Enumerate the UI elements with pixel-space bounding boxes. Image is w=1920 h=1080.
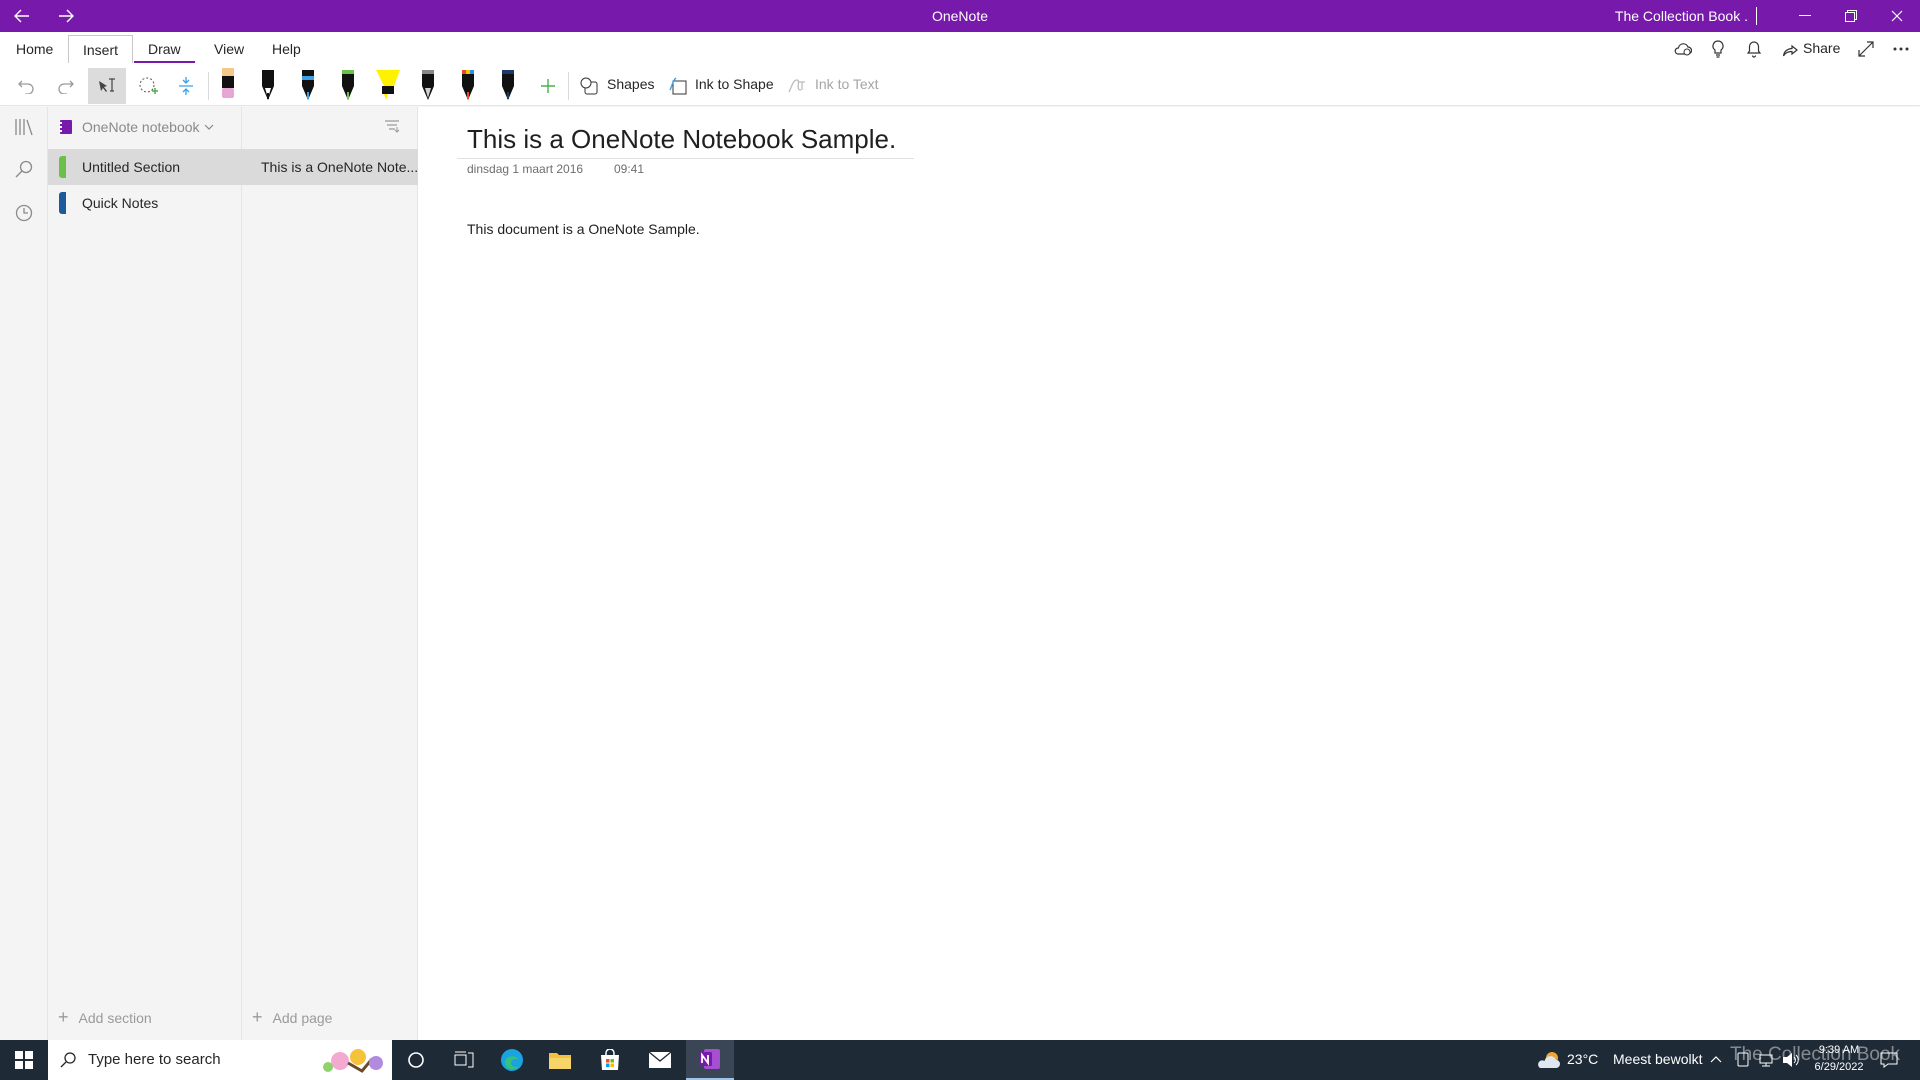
cortana-icon[interactable]	[392, 1040, 440, 1080]
section-label: Quick Notes	[82, 195, 159, 211]
sync-status-icon[interactable]	[1669, 36, 1697, 62]
network-icon[interactable]	[1758, 1052, 1774, 1068]
onenote-taskbar-icon[interactable]	[686, 1040, 734, 1080]
add-page-label: Add page	[272, 1010, 333, 1026]
page-date: dinsdag 1 maart 2016	[467, 162, 584, 176]
ink-to-text-button[interactable]: Ink to Text	[815, 76, 879, 92]
fullscreen-expand-icon[interactable]	[1852, 36, 1880, 62]
device-icon[interactable]	[1736, 1052, 1750, 1068]
minimize-button[interactable]	[1782, 0, 1828, 32]
ribbon-tabs: Home Insert Draw View Help Share	[0, 32, 1920, 64]
weather-condition[interactable]: Meest bewolkt	[1613, 1051, 1702, 1067]
tab-home[interactable]: Home	[2, 35, 67, 63]
lightbulb-icon[interactable]	[1704, 36, 1732, 62]
page-canvas[interactable]: This is a OneNote Notebook Sample. dinsd…	[419, 107, 1920, 1040]
page-label: This is a OneNote Note...	[261, 159, 419, 175]
plus-icon: +	[252, 1007, 263, 1027]
ink-to-shape-button[interactable]: Ink to Shape	[695, 76, 774, 92]
account-name[interactable]: The Collection Book .	[1615, 8, 1748, 24]
weather-temperature[interactable]: 23°C	[1567, 1051, 1598, 1067]
title-underline	[457, 158, 914, 159]
pages-pane: This is a OneNote Note... + Add page	[242, 107, 418, 1040]
search-placeholder: Type here to search	[88, 1051, 221, 1068]
taskbar: Type here to search 23°C Meest bewolkt T…	[0, 1040, 1920, 1080]
page-body-text[interactable]: This document is a OneNote Sample.	[467, 221, 700, 237]
section-label: Untitled Section	[82, 159, 181, 175]
toolbar-divider	[568, 72, 569, 100]
section-color-tab	[59, 156, 66, 178]
more-options-icon[interactable]	[1887, 36, 1915, 62]
weather-cloud-icon[interactable]	[1536, 1050, 1562, 1070]
sections-pane: OneNote notebook Untitled Section Quick …	[48, 107, 242, 1040]
tab-view[interactable]: View	[200, 35, 258, 63]
ink-to-shape-icon[interactable]	[667, 68, 689, 104]
add-section-label: Add section	[78, 1010, 152, 1026]
undo-icon[interactable]	[12, 68, 40, 104]
navigation-rail	[0, 107, 48, 1040]
tab-draw[interactable]: Draw	[134, 35, 195, 63]
shapes-button[interactable]: Shapes	[607, 76, 654, 92]
title-bar: OneNote The Collection Book .	[0, 0, 1920, 32]
green-pen-icon[interactable]	[332, 66, 364, 104]
type-select-tool-icon[interactable]	[88, 68, 126, 104]
dark-blue-pen-icon[interactable]	[492, 66, 524, 104]
black-pen-icon[interactable]	[252, 66, 284, 104]
action-center-icon[interactable]	[1880, 1052, 1898, 1068]
draw-toolbar: Shapes Ink to Shape Ink to Text	[0, 64, 1920, 106]
share-icon[interactable]	[1781, 38, 1799, 64]
add-space-icon[interactable]	[172, 68, 200, 104]
tab-help[interactable]: Help	[258, 35, 315, 63]
pink-eraser-pen-icon[interactable]	[212, 66, 244, 104]
file-explorer-icon[interactable]	[536, 1040, 584, 1080]
add-pen-icon[interactable]	[534, 68, 562, 104]
search-icon[interactable]	[12, 157, 36, 181]
restore-button[interactable]	[1828, 0, 1874, 32]
section-color-tab	[59, 192, 66, 214]
titlebar-divider	[1756, 7, 1757, 25]
clock-date: 6/29/2022	[1814, 1061, 1864, 1073]
galaxy-pen-icon[interactable]	[412, 66, 444, 104]
share-button[interactable]: Share	[1803, 40, 1840, 56]
blue-pen-icon[interactable]	[292, 66, 324, 104]
redo-icon[interactable]	[52, 68, 80, 104]
toolbar-divider	[208, 72, 209, 100]
mail-icon[interactable]	[636, 1040, 684, 1080]
add-page-button[interactable]: + Add page	[252, 1007, 332, 1028]
notebook-name[interactable]: OneNote notebook	[82, 119, 200, 135]
search-highlight-illustration-icon	[323, 1049, 383, 1073]
ink-to-text-icon[interactable]	[786, 68, 808, 104]
microsoft-store-icon[interactable]	[586, 1040, 634, 1080]
clock-time: 9:39 AM	[1818, 1044, 1860, 1056]
search-icon	[60, 1052, 76, 1068]
plus-icon: +	[58, 1007, 69, 1027]
chevron-down-icon[interactable]	[204, 124, 214, 130]
task-view-icon[interactable]	[440, 1040, 488, 1080]
yellow-highlighter-icon[interactable]	[372, 66, 404, 104]
notebook-icon	[59, 120, 72, 134]
notebooks-library-icon[interactable]	[12, 115, 36, 139]
notifications-bell-icon[interactable]	[1740, 36, 1768, 62]
page-list-item[interactable]: This is a OneNote Note...	[242, 149, 418, 185]
system-clock[interactable]: 9:39 AM 6/29/2022	[1808, 1042, 1870, 1076]
section-untitled[interactable]: Untitled Section	[48, 149, 242, 185]
close-button[interactable]	[1874, 0, 1920, 32]
chevron-up-icon[interactable]	[1710, 1055, 1722, 1063]
rainbow-pen-icon[interactable]	[452, 66, 484, 104]
recent-history-icon[interactable]	[12, 201, 36, 225]
sort-pages-icon[interactable]	[384, 119, 400, 133]
windows-start-icon[interactable]	[0, 1040, 48, 1080]
page-time: 09:41	[614, 162, 645, 176]
add-section-button[interactable]: + Add section	[58, 1007, 152, 1028]
edge-browser-icon[interactable]	[488, 1040, 536, 1080]
section-quick-notes[interactable]: Quick Notes	[48, 185, 242, 221]
lasso-select-icon[interactable]	[134, 68, 162, 104]
shapes-icon[interactable]	[578, 68, 600, 104]
taskbar-search-box[interactable]: Type here to search	[48, 1040, 392, 1080]
volume-icon[interactable]	[1782, 1052, 1800, 1068]
page-title[interactable]: This is a OneNote Notebook Sample.	[467, 124, 896, 155]
tab-insert[interactable]: Insert	[68, 35, 134, 63]
